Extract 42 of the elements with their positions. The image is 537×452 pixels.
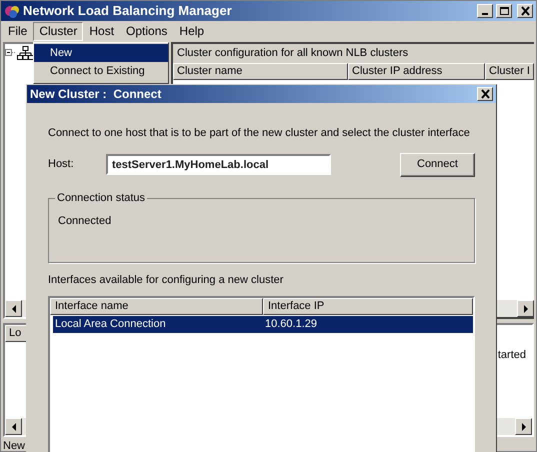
- window-title: Network Load Balancing Manager: [23, 2, 233, 20]
- maximize-icon: [498, 6, 510, 16]
- column-header[interactable]: Cluster name: [173, 63, 348, 80]
- log-text: tarted: [498, 348, 526, 363]
- menu-item[interactable]: File: [2, 22, 34, 41]
- maximize-button[interactable]: [496, 4, 512, 18]
- scroll-right-button[interactable]: [515, 418, 532, 435]
- close-button[interactable]: [477, 87, 493, 101]
- close-icon: [520, 6, 530, 16]
- column-header[interactable]: Interface IP: [263, 298, 473, 315]
- scroll-left-button[interactable]: [5, 418, 22, 435]
- list-cell-text: Local Area Connection: [54, 317, 167, 332]
- instruction-text: Connect to one host that is to be part of the new cluster and select the cluster interface: [48, 126, 471, 141]
- menu-item[interactable]: Help: [173, 22, 210, 41]
- left-arrow-icon: [10, 304, 18, 314]
- menu-option[interactable]: Connect to Existing: [34, 62, 168, 80]
- scroll-right-button[interactable]: [517, 300, 534, 317]
- list-row[interactable]: Local Area Connection 10.60.1.29: [53, 316, 473, 333]
- connect-button[interactable]: Connect: [400, 152, 475, 176]
- left-arrow-icon: [10, 422, 18, 432]
- status-text: Connected: [58, 214, 112, 229]
- right-arrow-icon: [522, 304, 530, 314]
- dialog-title: New Cluster : Connect: [30, 86, 162, 103]
- minimize-icon: [482, 13, 488, 15]
- right-arrow-icon: [520, 422, 528, 432]
- menu-option[interactable]: New: [34, 44, 168, 62]
- host-label: Host:: [48, 157, 75, 172]
- scroll-left-button[interactable]: [5, 300, 22, 317]
- close-button[interactable]: [517, 4, 533, 18]
- host-field[interactable]: testServer1.MyHomeLab.local: [106, 154, 331, 175]
- column-header[interactable]: Cluster IP address: [348, 63, 485, 80]
- minimize-button[interactable]: [477, 4, 493, 18]
- list-cell-text: 10.60.1.29: [264, 317, 318, 332]
- menu-item[interactable]: Host: [83, 22, 120, 41]
- column-header[interactable]: Cluster I: [485, 63, 534, 80]
- column-header[interactable]: Interface name: [50, 298, 263, 315]
- interfaces-label: Interfaces available for configuring a new cluster: [48, 273, 284, 288]
- menu-item[interactable]: Cluster: [33, 22, 84, 41]
- menu-item[interactable]: Options: [120, 22, 174, 41]
- app-icon: [4, 3, 20, 19]
- close-icon: [480, 89, 490, 99]
- status-text: New: [3, 439, 26, 452]
